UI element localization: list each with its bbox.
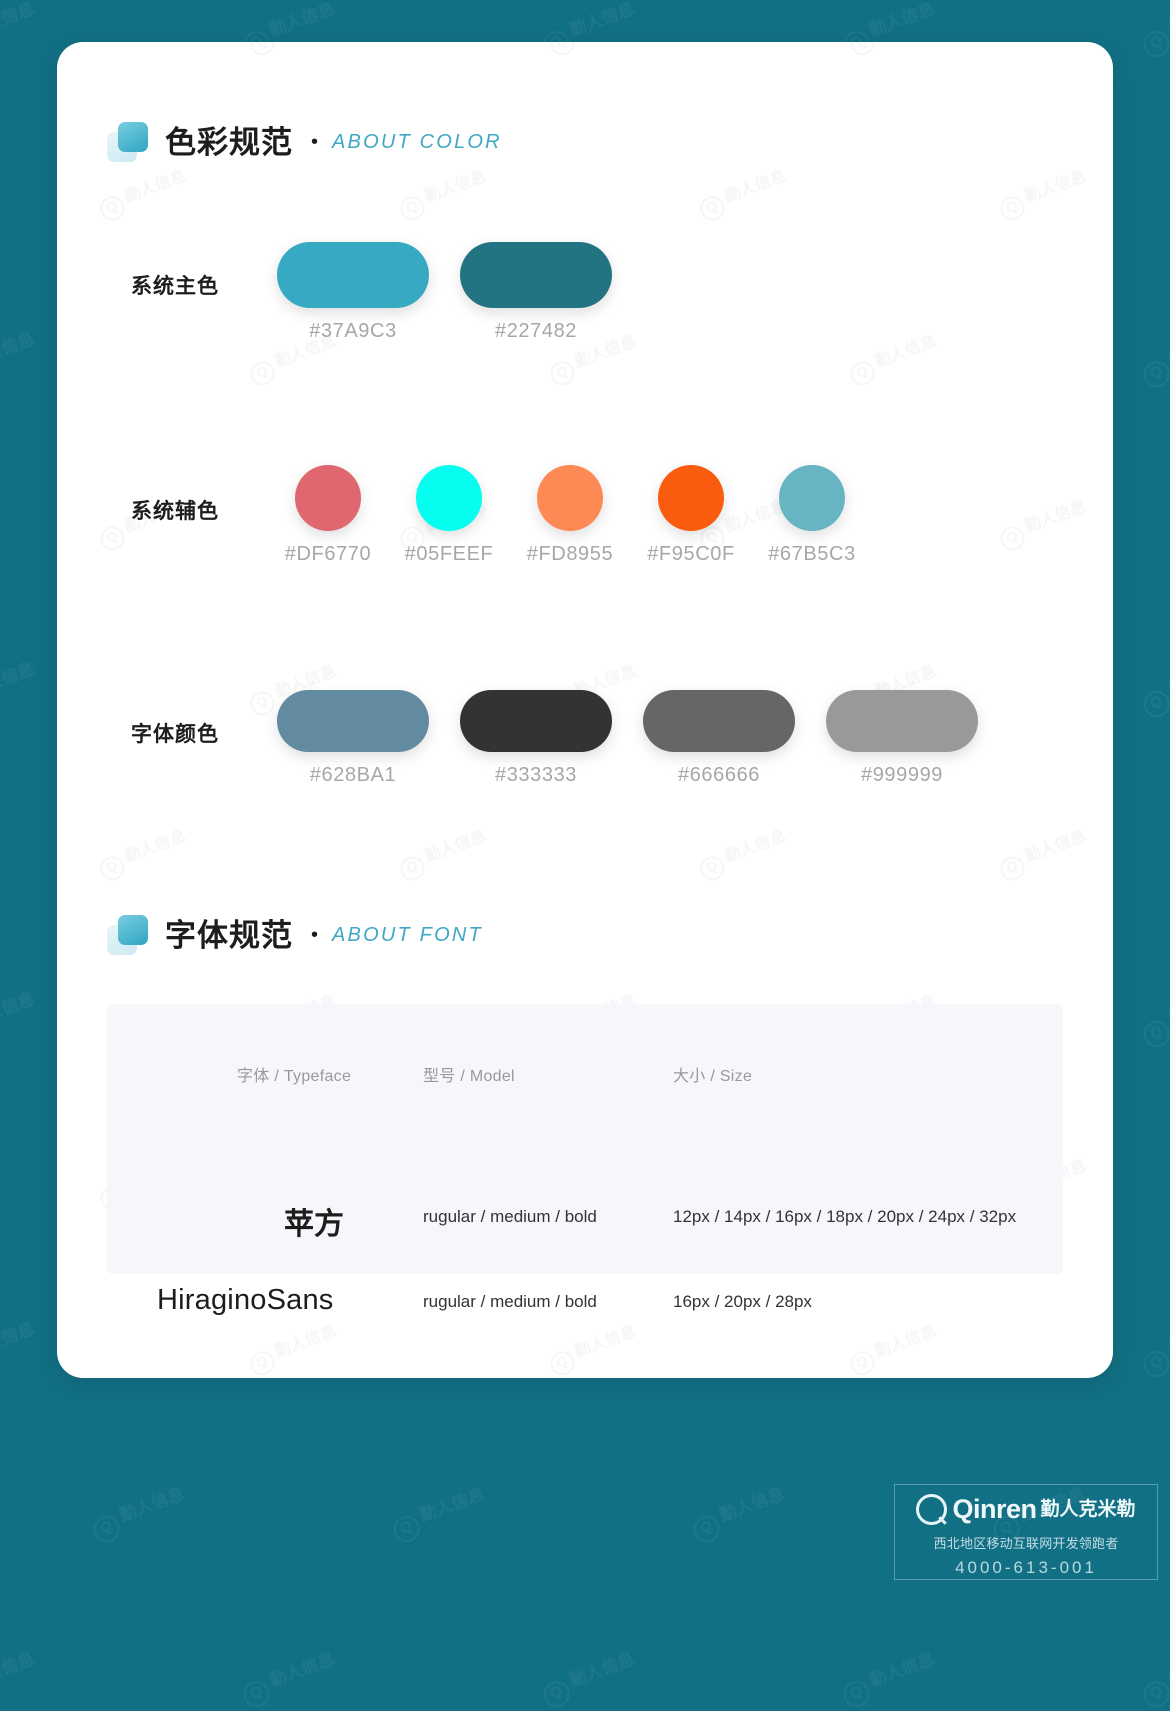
swatch-item[interactable]: #999999 xyxy=(826,690,978,787)
section-title-color-en: ABOUT COLOR xyxy=(332,131,502,153)
watermark: Q勤人信息 xyxy=(387,1479,491,1546)
watermark: Q勤人信息 xyxy=(844,1317,941,1378)
swatch-item[interactable]: #227482 xyxy=(460,242,612,343)
cell-typeface: 苹方 xyxy=(284,1208,344,1241)
footer-brand-en: Qinren xyxy=(952,1494,1037,1524)
watermark: Q勤人信息 xyxy=(687,1479,791,1546)
watermark: Q勤人信息 xyxy=(0,658,38,701)
color-code: #DF6770 xyxy=(284,543,372,565)
watermark: Q勤人信息 xyxy=(1137,1644,1170,1711)
color-group-label-secondary: 系统辅色 xyxy=(131,500,219,523)
cell-size: 16px / 20px / 28px xyxy=(673,1292,812,1311)
watermark: Q勤人信息 xyxy=(244,1317,341,1378)
color-code: #227482 xyxy=(494,320,578,342)
color-code: #F95C0F xyxy=(647,543,735,565)
watermark: Q勤人信息 xyxy=(1137,324,1170,391)
swatch-item[interactable]: #666666 xyxy=(643,690,795,787)
color-code: #67B5C3 xyxy=(768,543,856,565)
watermark: Q勤人信息 xyxy=(0,1648,38,1691)
color-swatch[interactable] xyxy=(416,465,482,531)
section-title-font-en: ABOUT FONT xyxy=(332,924,483,946)
cell-model: rugular / medium / bold xyxy=(423,1292,597,1311)
swatch-item[interactable]: #37A9C3 xyxy=(277,242,429,343)
section-heading-font: 字体规范 • ABOUT FONT xyxy=(107,915,483,955)
color-code: #05FEEF xyxy=(404,543,494,565)
section-separator-color: • xyxy=(311,131,319,153)
swatch-item[interactable]: #05FEEF xyxy=(397,465,501,566)
color-code: #FD8955 xyxy=(526,543,614,565)
watermark: Q勤人信息 xyxy=(237,1644,341,1711)
footer-brand-cn: 勤人克米勒 xyxy=(1040,1499,1136,1520)
footer-brand-line: Qinren 勤人克米勒 xyxy=(895,1494,1157,1525)
footer-brand-badge: Qinren 勤人克米勒 西北地区移动互联网开发领跑者 4000-613-001 xyxy=(894,1484,1158,1580)
watermark: Q勤人信息 xyxy=(1137,654,1170,721)
footer-phone: 4000-613-001 xyxy=(955,1558,1097,1577)
color-swatch[interactable] xyxy=(460,690,612,752)
section-title-font-cn: 字体规范 xyxy=(165,917,293,953)
watermark: Q勤人信息 xyxy=(394,822,491,884)
color-group-label-primary: 系统主色 xyxy=(131,275,219,298)
swatch-item[interactable]: #628BA1 xyxy=(277,690,429,787)
color-swatch[interactable] xyxy=(643,690,795,752)
watermark: Q勤人信息 xyxy=(994,492,1091,554)
table-header-model: 型号 / Model xyxy=(423,1068,515,1085)
color-swatch[interactable] xyxy=(277,242,429,308)
color-code: #999999 xyxy=(860,764,944,786)
watermark: Q勤人信息 xyxy=(837,1644,941,1711)
color-swatch[interactable] xyxy=(779,465,845,531)
content-card: Q勤人信息 Q勤人信息 Q勤人信息 Q勤人信息 Q勤人信息 Q勤人信息 Q勤人信息 Q勤人信息… xyxy=(57,42,1113,1378)
color-swatch[interactable] xyxy=(537,465,603,531)
watermark: Q勤人信息 xyxy=(694,162,791,224)
footer-tagline: 西北地区移动互联网开发领跑者 xyxy=(933,1536,1119,1551)
watermark: Q勤人信息 xyxy=(0,988,38,1031)
table-header-size: 大小 / Size xyxy=(673,1068,753,1085)
watermark: Q勤人信息 xyxy=(544,42,641,59)
section-title-color-cn: 色彩规范 xyxy=(165,124,293,160)
color-code: #37A9C3 xyxy=(309,320,397,342)
watermark: Q勤人信息 xyxy=(994,162,1091,224)
swatch-item[interactable]: #333333 xyxy=(460,690,612,787)
watermark: Q勤人信息 xyxy=(0,328,38,371)
watermark: Q勤人信息 xyxy=(394,162,491,224)
cell-model: rugular / medium / bold xyxy=(423,1207,597,1226)
swatch-item[interactable]: #67B5C3 xyxy=(760,465,864,566)
watermark: Q勤人信息 xyxy=(694,822,791,884)
color-swatch[interactable] xyxy=(295,465,361,531)
cell-size: 12px / 14px / 16px / 18px / 20px / 24px … xyxy=(673,1207,1017,1226)
color-swatch[interactable] xyxy=(277,690,429,752)
qinren-logo-icon xyxy=(916,1494,948,1525)
watermark: Q勤人信息 xyxy=(1137,0,1170,61)
watermark: Q勤人信息 xyxy=(994,822,1091,884)
swatch-item[interactable]: #F95C0F xyxy=(639,465,743,566)
color-swatch[interactable] xyxy=(460,242,612,308)
watermark: Q勤人信息 xyxy=(244,42,341,59)
watermark: Q勤人信息 xyxy=(844,327,941,389)
table-header-typeface: 字体 / Typeface xyxy=(237,1068,352,1085)
watermark: Q勤人信息 xyxy=(844,42,941,59)
color-group-label-text: 字体颜色 xyxy=(131,723,219,746)
watermark: Q勤人信息 xyxy=(544,1317,641,1378)
color-code: #333333 xyxy=(494,764,578,786)
watermark: Q勤人信息 xyxy=(537,1644,641,1711)
color-code: #628BA1 xyxy=(309,764,397,786)
section-heading-color: 色彩规范 • ABOUT COLOR xyxy=(107,122,502,162)
watermark: Q勤人信息 xyxy=(87,1479,191,1546)
cell-typeface: HiraginoSans xyxy=(157,1284,334,1316)
watermark: Q勤人信息 xyxy=(0,0,38,41)
watermark: Q勤人信息 xyxy=(94,822,191,884)
watermark: Q勤人信息 xyxy=(1137,984,1170,1051)
section-separator-font: • xyxy=(311,924,319,946)
swatch-item[interactable]: #FD8955 xyxy=(518,465,622,566)
swatch-item[interactable]: #DF6770 xyxy=(276,465,380,566)
color-swatch[interactable] xyxy=(658,465,724,531)
color-swatch[interactable] xyxy=(826,690,978,752)
squares-icon xyxy=(107,915,151,955)
watermark: Q勤人信息 xyxy=(0,1318,38,1361)
squares-icon xyxy=(107,122,151,162)
watermark: Q勤人信息 xyxy=(94,162,191,224)
font-spec-table: 字体 / Typeface 型号 / Model 大小 / Size 苹方 ru… xyxy=(107,1004,1063,1316)
watermark: Q勤人信息 xyxy=(1137,1314,1170,1381)
color-code: #666666 xyxy=(677,764,761,786)
